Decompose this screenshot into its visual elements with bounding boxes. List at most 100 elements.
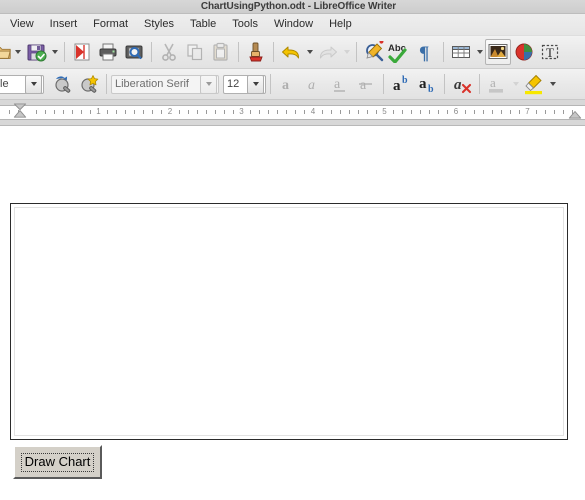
clone-formatting-button[interactable] — [243, 39, 269, 65]
ruler-tick — [143, 110, 145, 114]
ruler-tick — [348, 110, 350, 114]
formatting-marks-button[interactable]: ¶ — [413, 39, 439, 65]
menu-item-insert[interactable]: Insert — [42, 16, 86, 33]
paste-button[interactable] — [208, 39, 234, 65]
undo-dropdown-button[interactable] — [304, 39, 315, 65]
update-style-button[interactable] — [50, 71, 76, 97]
menu-item-help[interactable]: Help — [321, 16, 360, 33]
ruler-tick — [402, 110, 404, 114]
ruler-tick — [330, 110, 332, 114]
ruler-tick — [366, 110, 368, 114]
menu-item-window[interactable]: Window — [266, 16, 321, 33]
toolbar-separator — [273, 42, 274, 62]
ruler-tick — [187, 110, 189, 114]
subscript-button[interactable]: a b — [414, 71, 440, 97]
ruler-tick — [482, 110, 484, 114]
menu-item-styles[interactable]: Styles — [136, 16, 182, 33]
ruler-tick — [420, 110, 422, 114]
ruler-tick — [196, 110, 198, 114]
copy-button[interactable] — [182, 39, 208, 65]
menu-item-view[interactable]: View — [2, 16, 42, 33]
ruler-tick — [80, 110, 82, 114]
menu-item-format[interactable]: Format — [85, 16, 136, 33]
ruler-scale[interactable]: 1 2 3 4 5 6 7 — [0, 105, 585, 120]
menu-bar: View Insert Format Styles Table Tools Wi… — [0, 14, 585, 36]
open-dropdown-button[interactable] — [12, 39, 23, 65]
ruler-tick — [339, 110, 341, 114]
font-color-button[interactable]: a — [484, 71, 510, 97]
ruler-tick — [295, 110, 297, 114]
ruler-tick — [205, 110, 207, 114]
horizontal-ruler[interactable]: 1 2 3 4 5 6 7 — [0, 100, 585, 126]
ruler-tick — [53, 110, 55, 114]
cut-button[interactable] — [156, 39, 182, 65]
save-button[interactable] — [23, 39, 49, 65]
highlighting-color-button[interactable] — [521, 71, 547, 97]
ruler-number: 3 — [239, 107, 244, 116]
insert-table-button[interactable] — [448, 39, 474, 65]
svg-text:a: a — [334, 77, 341, 92]
highlighting-color-dropdown-button[interactable] — [547, 71, 558, 97]
paragraph-style-combo[interactable]: le — [0, 74, 44, 94]
ruler-tick — [277, 110, 279, 114]
ruler-tick — [545, 110, 547, 114]
ruler-tick — [71, 110, 73, 114]
ruler-tick — [62, 110, 64, 114]
bold-button[interactable]: a — [275, 71, 301, 97]
ruler-tick — [286, 110, 288, 114]
save-dropdown-button[interactable] — [49, 39, 60, 65]
window-title: ChartUsingPython.odt - LibreOffice Write… — [200, 1, 397, 12]
ruler-tick — [304, 110, 306, 114]
ruler-tick — [250, 110, 252, 114]
font-color-dropdown-button[interactable] — [510, 71, 521, 97]
font-name-combo[interactable]: Liberation Serif — [111, 74, 219, 94]
clear-formatting-button[interactable]: a — [449, 71, 475, 97]
ruler-tick — [491, 110, 493, 114]
paragraph-style-value: le — [0, 78, 9, 90]
print-preview-button[interactable] — [121, 39, 147, 65]
ruler-tick — [563, 110, 565, 114]
right-indent-marker[interactable] — [567, 103, 583, 120]
spelling-button[interactable]: Abc — [387, 39, 413, 65]
ruler-tick — [134, 110, 136, 114]
left-indent-marker[interactable] — [12, 103, 28, 120]
font-size-combo[interactable]: 12 — [223, 74, 266, 94]
redo-dropdown-button[interactable] — [341, 39, 352, 65]
menu-item-table[interactable]: Table — [182, 16, 224, 33]
toolbar-separator — [270, 74, 271, 94]
standard-toolbar: Abc ¶ T — [0, 36, 585, 69]
ruler-tick — [464, 110, 466, 114]
redo-button[interactable] — [315, 39, 341, 65]
svg-text:b: b — [428, 84, 434, 95]
insert-chart-button[interactable] — [511, 39, 537, 65]
new-style-button[interactable] — [76, 71, 102, 97]
font-name-dropdown-icon[interactable] — [200, 75, 217, 93]
export-pdf-button[interactable] — [69, 39, 95, 65]
superscript-button[interactable]: a b — [388, 71, 414, 97]
print-button[interactable] — [95, 39, 121, 65]
underline-button[interactable]: a — [327, 71, 353, 97]
ruler-tick — [35, 110, 37, 114]
toolbar-separator — [356, 42, 357, 62]
svg-text:a: a — [282, 78, 289, 93]
find-replace-button[interactable] — [361, 39, 387, 65]
open-button[interactable] — [0, 39, 12, 65]
ruler-tick — [161, 110, 163, 114]
document-canvas[interactable]: Draw Chart — [0, 126, 585, 500]
toolbar-separator — [479, 74, 480, 94]
insert-text-box-button[interactable]: T — [537, 39, 563, 65]
insert-image-button[interactable] — [485, 39, 511, 65]
form-container-frame[interactable] — [10, 203, 568, 440]
menu-item-tools[interactable]: Tools — [224, 16, 266, 33]
undo-button[interactable] — [278, 39, 304, 65]
font-size-dropdown-icon[interactable] — [247, 75, 264, 93]
ruler-tick — [223, 110, 225, 114]
ruler-number: 7 — [525, 107, 530, 116]
insert-table-dropdown-button[interactable] — [474, 39, 485, 65]
ruler-tick — [116, 110, 118, 114]
italic-button[interactable]: a — [301, 71, 327, 97]
draw-chart-button[interactable]: Draw Chart — [13, 445, 102, 479]
ruler-tick — [125, 110, 127, 114]
paragraph-style-dropdown-icon[interactable] — [25, 75, 42, 93]
strikethrough-button[interactable]: a — [353, 71, 379, 97]
